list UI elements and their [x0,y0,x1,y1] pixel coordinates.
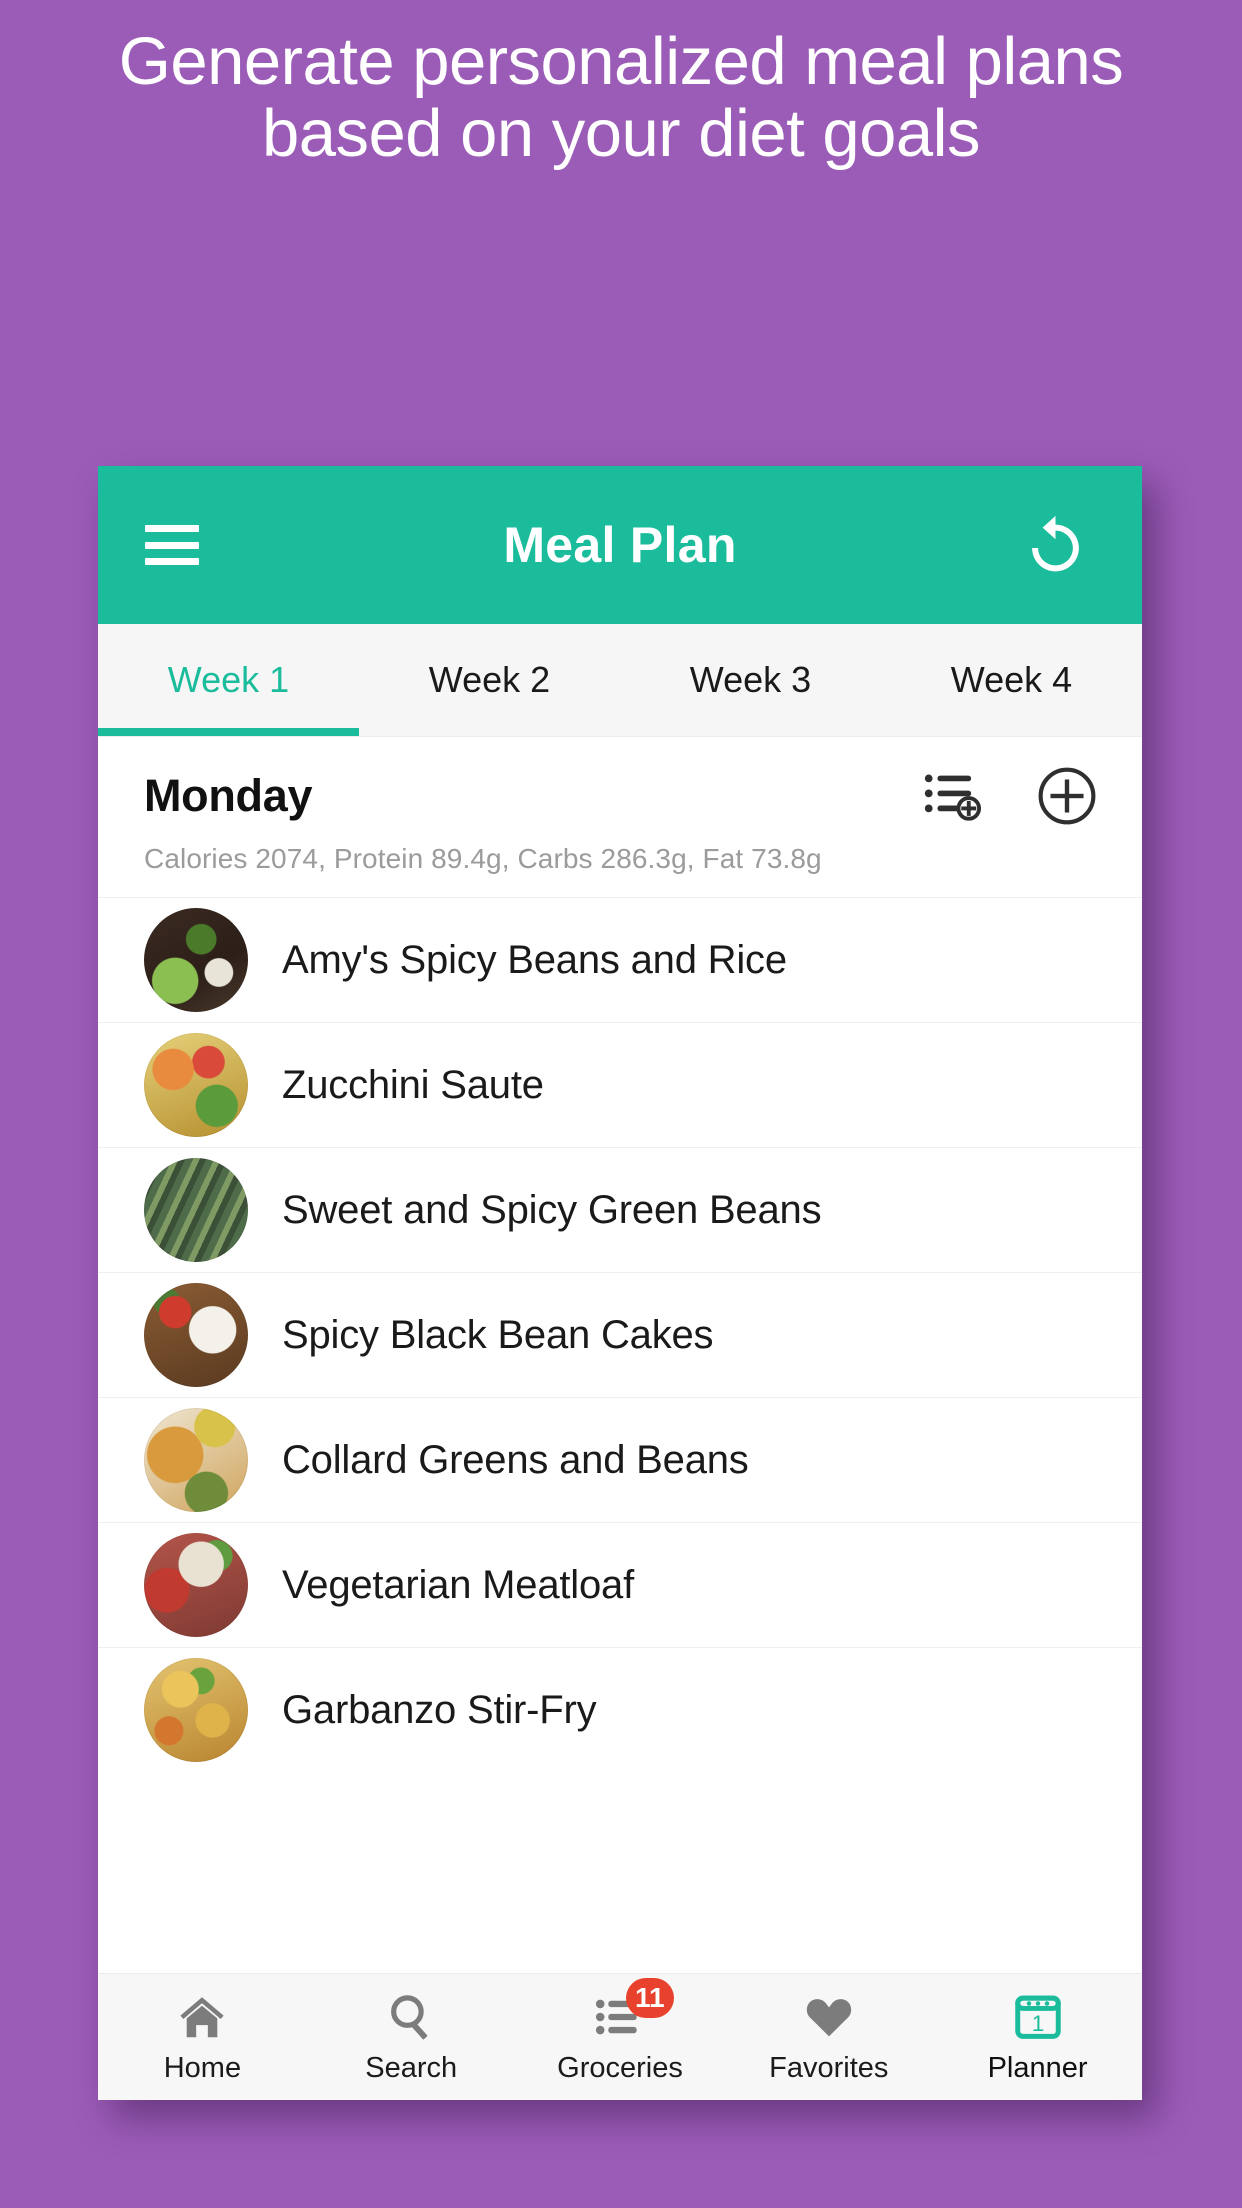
meal-thumbnail [144,908,248,1012]
day-name: Monday [144,770,313,821]
nav-item-home-label: Home [163,2051,242,2084]
meal-thumbnail [144,1158,248,1262]
meal-thumbnail [144,1658,248,1762]
tab-week-1-label: Week 1 [167,659,290,700]
meal-list: Amy's Spicy Beans and Rice Zucchini Saut… [98,897,1142,1772]
tab-week-1[interactable]: Week 1 [98,624,359,736]
tab-week-4-label: Week 4 [950,659,1073,700]
hamburger-menu-icon[interactable] [145,525,199,565]
day-actions [922,765,1098,827]
meal-name: Vegetarian Meatloaf [282,1562,635,1607]
meal-name: Spicy Black Bean Cakes [282,1312,714,1357]
list-item[interactable]: Collard Greens and Beans [98,1397,1142,1522]
meal-name: Garbanzo Stir-Fry [282,1687,597,1732]
groceries-badge: 11 [625,1977,674,2018]
meal-thumbnail [144,1408,248,1512]
day-header-row: Monday [98,765,1142,827]
app-bar-title: Meal Plan [503,517,737,573]
meal-name: Collard Greens and Beans [282,1437,749,1482]
nav-item-search-label: Search [365,2051,458,2084]
meal-name: Sweet and Spicy Green Beans [282,1187,822,1232]
promo-headline-line1: Generate personalized meal plans [118,24,1124,99]
list-item[interactable]: Spicy Black Bean Cakes [98,1272,1142,1397]
home-icon [174,1990,230,2044]
meal-thumbnail [144,1283,248,1387]
list-item[interactable]: Amy's Spicy Beans and Rice [98,897,1142,1022]
nav-item-groceries-label: Groceries [557,2051,683,2084]
app-bar: Meal Plan [98,466,1142,624]
list-item[interactable]: Sweet and Spicy Green Beans [98,1147,1142,1272]
promo-headline: Generate personalized meal plans based o… [0,26,1242,169]
plus-circle-icon[interactable] [1036,765,1098,827]
nav-item-search[interactable]: Search [307,1990,516,2085]
meal-name: Amy's Spicy Beans and Rice [282,937,787,982]
promo-headline-line2: based on your diet goals [261,95,981,171]
playlist-add-icon[interactable] [922,765,984,827]
day-section: Monday Calories 2074, Protein 89.4g, Car… [98,737,1142,897]
svg-text:1: 1 [1031,2011,1044,2036]
nav-item-planner[interactable]: 1 Planner [933,1990,1142,2085]
tab-week-4[interactable]: Week 4 [881,624,1142,736]
tab-week-3[interactable]: Week 3 [620,624,881,736]
day-nutrition-summary: Calories 2074, Protein 89.4g, Carbs 286.… [144,843,822,874]
bottom-navigation: Home Search 11 Groceries Favorites 1 Pla… [98,1973,1142,2100]
calendar-icon: 1 [1010,1990,1066,2044]
tab-week-2-label: Week 2 [428,659,551,700]
nav-item-favorites-label: Favorites [769,2051,889,2084]
nav-item-favorites[interactable]: Favorites [724,1990,933,2085]
week-tabs: Week 1 Week 2 Week 3 Week 4 [98,624,1142,737]
tab-week-2[interactable]: Week 2 [359,624,620,736]
list-item[interactable]: Zucchini Saute [98,1022,1142,1147]
nav-item-planner-label: Planner [987,2051,1088,2084]
list-item[interactable]: Vegetarian Meatloaf [98,1522,1142,1647]
heart-icon [801,1990,857,2044]
meal-thumbnail [144,1533,248,1637]
list-icon: 11 [592,1977,674,2044]
list-item[interactable]: Garbanzo Stir-Fry [98,1647,1142,1772]
phone-screen: Meal Plan Week 1 Week 2 Week 3 Week 4 Mo… [98,466,1142,2100]
restore-rotate-left-icon[interactable] [1018,509,1090,581]
meal-name: Zucchini Saute [282,1062,544,1107]
tab-week-3-label: Week 3 [689,659,812,700]
meal-thumbnail [144,1033,248,1137]
nav-item-groceries[interactable]: 11 Groceries [516,1977,725,2085]
search-icon [383,1990,439,2044]
nav-item-home[interactable]: Home [98,1990,307,2085]
